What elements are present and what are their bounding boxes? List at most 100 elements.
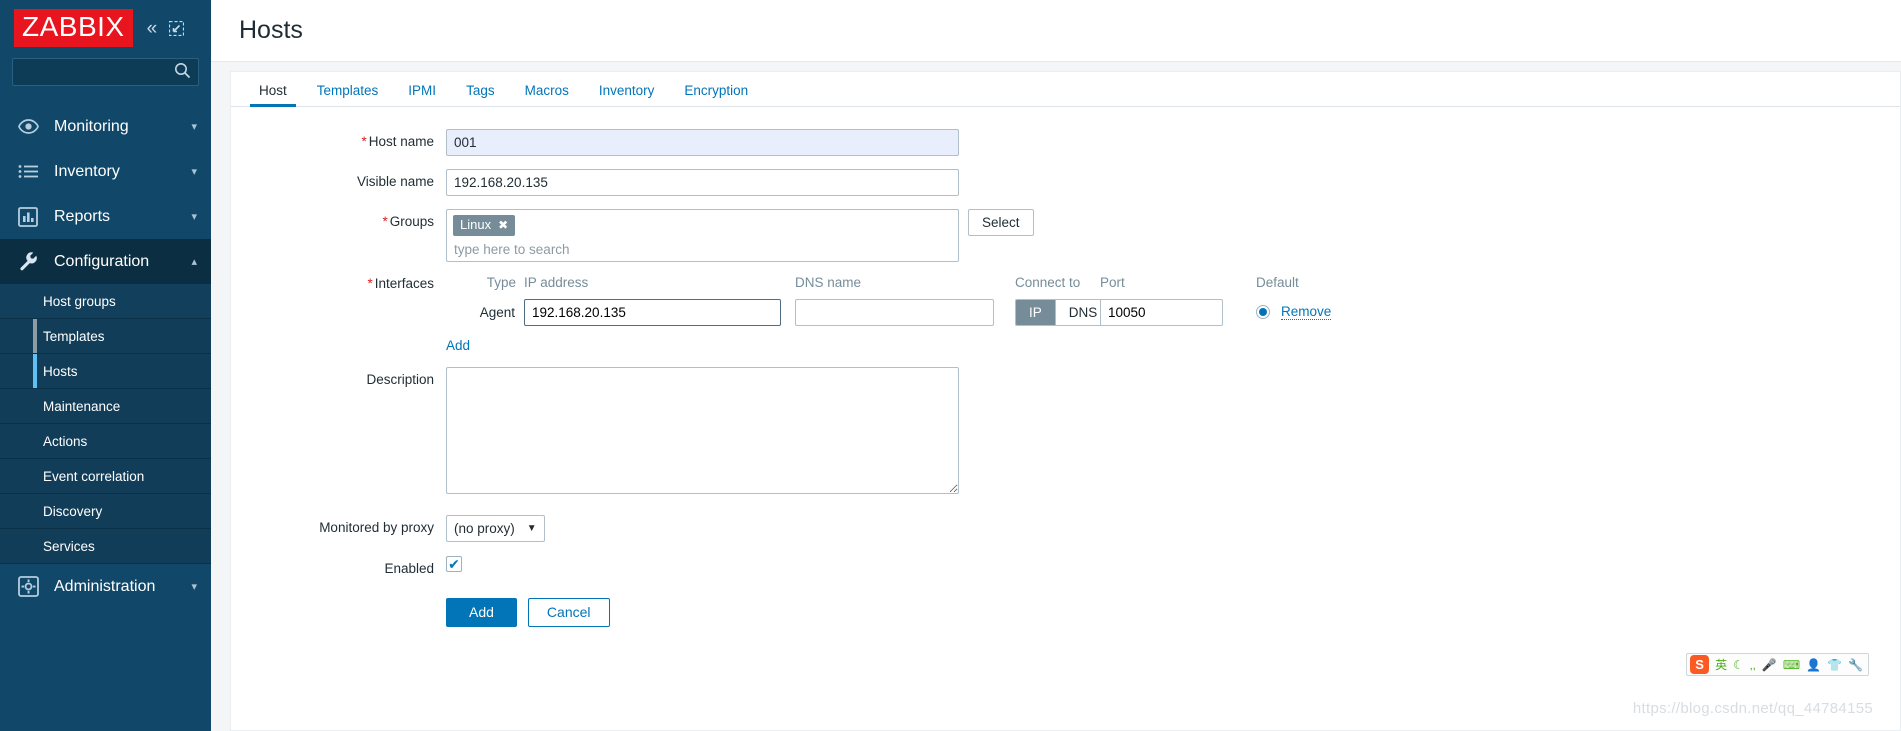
ime-mode-label[interactable]: 英 bbox=[1715, 656, 1727, 673]
eye-icon bbox=[18, 118, 44, 135]
moon-icon[interactable]: ☾ bbox=[1733, 659, 1744, 671]
sidebar-item-label: Reports bbox=[54, 207, 111, 225]
sidebar-item-configuration[interactable]: Configuration ▴ bbox=[0, 239, 211, 284]
sidebar: ZABBIX « Monitoring ▾ Inventory ▾ Report… bbox=[0, 0, 211, 731]
interface-ip-input[interactable] bbox=[524, 298, 781, 326]
submenu-label: Templates bbox=[43, 328, 105, 344]
col-header-port: Port bbox=[1100, 274, 1125, 290]
actions-spacer bbox=[231, 598, 446, 624]
submenu-label: Host groups bbox=[43, 293, 116, 309]
configuration-submenu: Host groups Templates Hosts Maintenance … bbox=[0, 284, 211, 564]
col-header-type: Type bbox=[486, 274, 516, 290]
sidebar-item-services[interactable]: Services bbox=[0, 529, 211, 564]
sidebar-item-host-groups[interactable]: Host groups bbox=[0, 284, 211, 319]
group-chip-linux[interactable]: Linux ✖ bbox=[453, 215, 516, 236]
sidebar-item-inventory[interactable]: Inventory ▾ bbox=[0, 149, 211, 194]
interface-dns-input[interactable] bbox=[795, 298, 994, 326]
chevron-down-icon: ▾ bbox=[191, 166, 197, 178]
visible-name-input[interactable] bbox=[446, 169, 959, 196]
monitored-by-proxy-label: Monitored by proxy bbox=[319, 519, 434, 535]
col-header-dns: DNS name bbox=[795, 274, 862, 290]
connect-to-ip-option[interactable]: IP bbox=[1016, 299, 1056, 325]
form-actions: Add Cancel bbox=[231, 597, 1900, 627]
sidebar-item-label: Configuration bbox=[54, 252, 150, 270]
tab-templates[interactable]: Templates bbox=[302, 83, 394, 107]
bar-chart-icon bbox=[18, 206, 44, 227]
sidebar-item-actions[interactable]: Actions bbox=[0, 424, 211, 459]
field-groups: *Groups Linux ✖ Select bbox=[231, 209, 1900, 262]
connect-to-toggle: IP DNS bbox=[1015, 298, 1112, 326]
sidebar-item-event-correlation[interactable]: Event correlation bbox=[0, 459, 211, 494]
interfaces-header-row: Type IP address DNS name Connect to Port… bbox=[446, 275, 1900, 290]
monitored-by-proxy-select[interactable]: (no proxy) ▼ bbox=[446, 514, 545, 542]
tab-macros[interactable]: Macros bbox=[510, 83, 584, 107]
sidebar-item-label: Administration bbox=[54, 577, 156, 595]
user-icon[interactable]: 👤 bbox=[1806, 659, 1821, 671]
host-name-input[interactable] bbox=[446, 129, 959, 156]
groups-multiselect[interactable]: Linux ✖ bbox=[446, 209, 959, 262]
sidebar-item-hosts[interactable]: Hosts bbox=[0, 354, 211, 389]
chevron-down-icon: ▾ bbox=[191, 211, 197, 223]
description-label: Description bbox=[366, 371, 434, 387]
interface-remove-link[interactable]: Remove bbox=[1281, 304, 1332, 321]
groups-search-input[interactable] bbox=[453, 235, 928, 257]
shirt-icon[interactable]: 👕 bbox=[1827, 659, 1842, 671]
required-marker: * bbox=[382, 214, 388, 229]
col-header-default: Default bbox=[1256, 274, 1299, 290]
wrench-icon bbox=[18, 251, 44, 272]
host-name-label: * Host name bbox=[361, 134, 434, 149]
microphone-icon[interactable]: 🎤 bbox=[1762, 659, 1777, 671]
submenu-label: Actions bbox=[43, 433, 88, 449]
sidebar-item-label: Monitoring bbox=[54, 117, 129, 135]
comma-icon[interactable]: ‚, bbox=[1750, 659, 1756, 671]
description-textarea[interactable] bbox=[446, 366, 959, 494]
interface-port-input[interactable] bbox=[1100, 298, 1223, 326]
close-icon[interactable]: ✖ bbox=[498, 218, 508, 232]
groups-select-button[interactable]: Select bbox=[968, 209, 1034, 236]
wrench-icon[interactable]: 🔧 bbox=[1848, 659, 1863, 671]
sidebar-item-discovery[interactable]: Discovery bbox=[0, 494, 211, 529]
keyboard-icon[interactable]: ⌨ bbox=[1783, 659, 1800, 671]
tab-inventory[interactable]: Inventory bbox=[584, 83, 670, 107]
field-description: Description bbox=[231, 366, 1900, 497]
page-title: Hosts bbox=[239, 16, 303, 44]
ime-toolbar[interactable]: S 英 ☾ ‚, 🎤 ⌨ 👤 👕 🔧 bbox=[1686, 653, 1869, 676]
col-header-ip: IP address bbox=[524, 274, 589, 290]
cancel-button[interactable]: Cancel bbox=[527, 597, 610, 627]
sidebar-item-maintenance[interactable]: Maintenance bbox=[0, 389, 211, 424]
sidebar-item-label: Inventory bbox=[54, 162, 120, 180]
gear-icon bbox=[18, 576, 44, 597]
zabbix-logo: ZABBIX bbox=[14, 9, 133, 47]
sidebar-item-administration[interactable]: Administration ▾ bbox=[0, 564, 211, 609]
sidebar-item-reports[interactable]: Reports ▾ bbox=[0, 194, 211, 239]
sogou-logo-icon[interactable]: S bbox=[1690, 655, 1710, 674]
collapse-panel-icon[interactable] bbox=[169, 20, 185, 36]
sidebar-item-monitoring[interactable]: Monitoring ▾ bbox=[0, 104, 211, 149]
chevron-down-icon: ▼ bbox=[526, 522, 537, 534]
enabled-checkbox[interactable]: ✔ bbox=[446, 556, 462, 573]
selected-option-label: (no proxy) bbox=[454, 520, 515, 536]
chip-label: Linux bbox=[460, 217, 492, 232]
search-input[interactable] bbox=[13, 59, 198, 85]
submenu-label: Discovery bbox=[43, 503, 103, 519]
field-monitored-by-proxy: Monitored by proxy (no proxy) ▼ bbox=[231, 514, 1900, 542]
search-icon bbox=[174, 62, 191, 82]
interface-type: Agent bbox=[479, 304, 515, 320]
enabled-label: Enabled bbox=[384, 560, 434, 576]
sidebar-header: ZABBIX « bbox=[0, 0, 211, 56]
chevrons-left-icon[interactable]: « bbox=[147, 19, 158, 38]
field-interfaces: * Interfaces Type IP address DNS name Con… bbox=[231, 275, 1900, 353]
search-box[interactable] bbox=[12, 58, 199, 86]
interface-add-link[interactable]: Add bbox=[446, 338, 470, 353]
sidebar-item-templates[interactable]: Templates bbox=[0, 319, 211, 354]
tab-encryption[interactable]: Encryption bbox=[669, 83, 763, 107]
add-button[interactable]: Add bbox=[446, 597, 517, 627]
submenu-label: Maintenance bbox=[43, 398, 121, 414]
visible-name-label: Visible name bbox=[356, 174, 434, 189]
tab-ipmi[interactable]: IPMI bbox=[393, 83, 451, 107]
host-form: *Host name Visible name *Group bbox=[231, 107, 1900, 627]
tab-tags[interactable]: Tags bbox=[451, 83, 510, 107]
interface-default-radio[interactable] bbox=[1256, 305, 1270, 320]
sidebar-nav: Monitoring ▾ Inventory ▾ Reports ▾ Confi… bbox=[0, 104, 211, 609]
tab-host[interactable]: Host bbox=[244, 83, 302, 107]
